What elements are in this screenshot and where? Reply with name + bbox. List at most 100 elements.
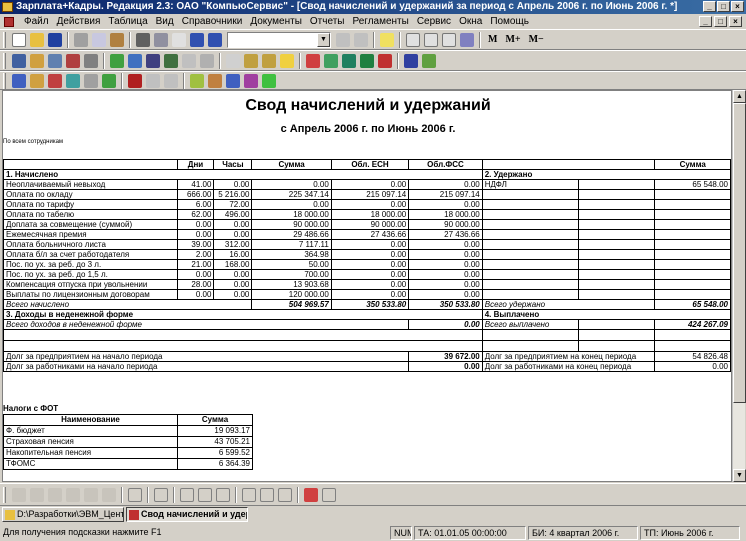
menu-table[interactable]: Таблица	[104, 14, 151, 29]
calculator-icon[interactable]	[406, 32, 420, 47]
hire-icon[interactable]	[110, 53, 124, 68]
save-icon[interactable]	[48, 32, 62, 47]
register-icon[interactable]	[102, 73, 116, 88]
scroll-up-icon[interactable]: ▲	[733, 90, 746, 103]
doc-restore-button[interactable]: □	[714, 16, 727, 27]
book-icon[interactable]	[460, 32, 474, 47]
menu-reports[interactable]: Отчеты	[306, 14, 349, 29]
merge-cells-icon[interactable]	[242, 487, 256, 502]
bracket-right-icon[interactable]	[198, 487, 212, 502]
tree-icon[interactable]	[342, 53, 356, 68]
list-icon[interactable]	[12, 73, 26, 88]
menu-references[interactable]: Справочники	[178, 14, 247, 29]
document-system-icon[interactable]	[4, 16, 14, 27]
insert-row-icon[interactable]	[260, 487, 274, 502]
card-icon[interactable]	[30, 73, 44, 88]
print-icon[interactable]	[136, 32, 150, 47]
memory-minus-button[interactable]: M−	[529, 34, 544, 45]
pointer-icon[interactable]	[128, 487, 142, 502]
paste-icon[interactable]	[110, 32, 124, 47]
search-back-icon[interactable]	[354, 32, 368, 47]
clear-format-icon[interactable]	[304, 487, 318, 502]
doc-minimize-button[interactable]: _	[699, 16, 712, 27]
menu-regulations[interactable]: Регламенты	[348, 14, 412, 29]
find-icon[interactable]	[172, 32, 186, 47]
delete-icon[interactable]	[306, 53, 320, 68]
task-button-explorer[interactable]: D:\Разработки\ЭВМ_Цент...	[2, 507, 124, 522]
payroll-icon[interactable]	[244, 53, 258, 68]
borders-icon[interactable]	[278, 487, 292, 502]
transfer-icon[interactable]	[128, 53, 142, 68]
positions-icon[interactable]	[66, 53, 80, 68]
print-preview-icon[interactable]	[154, 32, 168, 47]
smile-icon[interactable]	[262, 73, 276, 88]
chart-object-icon[interactable]	[102, 487, 116, 502]
calculation-icon[interactable]	[200, 53, 214, 68]
menu-service[interactable]: Сервис	[413, 14, 455, 29]
chevron-down-icon[interactable]: ▼	[317, 32, 330, 47]
picture-icon[interactable]	[66, 487, 80, 502]
memory-plus-button[interactable]: M+	[505, 34, 520, 45]
line-icon[interactable]	[12, 487, 26, 502]
vacation-icon[interactable]	[146, 53, 160, 68]
menu-actions[interactable]: Действия	[53, 14, 105, 29]
task-button-report[interactable]: Свод начислений и удер...	[126, 507, 248, 522]
play-icon[interactable]	[128, 73, 142, 88]
sick-leave-icon[interactable]	[164, 53, 178, 68]
organization-icon[interactable]	[30, 53, 44, 68]
menu-view[interactable]: Вид	[152, 14, 178, 29]
scroll-down-icon[interactable]: ▼	[733, 469, 746, 482]
new-document-icon[interactable]	[12, 32, 26, 47]
doc-close-button[interactable]: ×	[729, 16, 742, 27]
form-icon[interactable]	[146, 73, 160, 88]
cancel-icon[interactable]	[378, 53, 392, 68]
settings-icon[interactable]	[84, 73, 98, 88]
scroll-thumb[interactable]	[733, 103, 746, 403]
search-combo[interactable]: ▼	[227, 31, 331, 48]
check-icon[interactable]	[360, 53, 374, 68]
text-box-icon[interactable]	[48, 487, 62, 502]
ticker-icon[interactable]	[190, 73, 204, 88]
table-icon[interactable]	[442, 32, 456, 47]
exchange-icon[interactable]	[244, 73, 258, 88]
cut-icon[interactable]	[74, 32, 88, 47]
archive-icon[interactable]	[422, 53, 436, 68]
employees-icon[interactable]	[12, 53, 26, 68]
vertical-scrollbar[interactable]: ▲ ▼	[732, 90, 746, 482]
journal-icon[interactable]	[404, 53, 418, 68]
memory-button[interactable]: M	[488, 34, 497, 45]
copy-icon[interactable]	[92, 32, 106, 47]
statistics-icon[interactable]	[66, 73, 80, 88]
undo-icon[interactable]	[190, 32, 204, 47]
rectangle-icon[interactable]	[30, 487, 44, 502]
edit-icon[interactable]	[164, 73, 178, 88]
globe-icon[interactable]	[226, 73, 240, 88]
grid-icon[interactable]	[154, 487, 168, 502]
post-icon[interactable]	[324, 53, 338, 68]
cash-icon[interactable]	[280, 53, 294, 68]
close-button[interactable]: ×	[731, 1, 744, 12]
search-forward-icon[interactable]	[336, 32, 350, 47]
tools-icon[interactable]	[84, 53, 98, 68]
menu-windows[interactable]: Окна	[455, 14, 486, 29]
departments-icon[interactable]	[48, 53, 62, 68]
open-folder-icon[interactable]	[30, 32, 44, 47]
report-document[interactable]: Свод начислений и удержаний с Апрель 200…	[2, 90, 732, 482]
group-icon[interactable]	[216, 487, 230, 502]
bracket-left-icon[interactable]	[180, 487, 194, 502]
redo-icon[interactable]	[208, 32, 222, 47]
personnel-icon[interactable]	[48, 73, 62, 88]
menu-documents[interactable]: Документы	[246, 14, 306, 29]
help-icon[interactable]	[380, 32, 394, 47]
timesheet-icon[interactable]	[182, 53, 196, 68]
minimize-button[interactable]: _	[703, 1, 716, 12]
calendar-icon[interactable]	[424, 32, 438, 47]
menu-file[interactable]: Файл	[20, 14, 53, 29]
menu-help[interactable]: Помощь	[486, 14, 533, 29]
payment-icon[interactable]	[262, 53, 276, 68]
report-icon[interactable]	[226, 53, 240, 68]
rules-icon[interactable]	[208, 73, 222, 88]
maximize-button[interactable]: □	[717, 1, 730, 12]
ole-object-icon[interactable]	[84, 487, 98, 502]
properties-icon[interactable]	[322, 487, 336, 502]
